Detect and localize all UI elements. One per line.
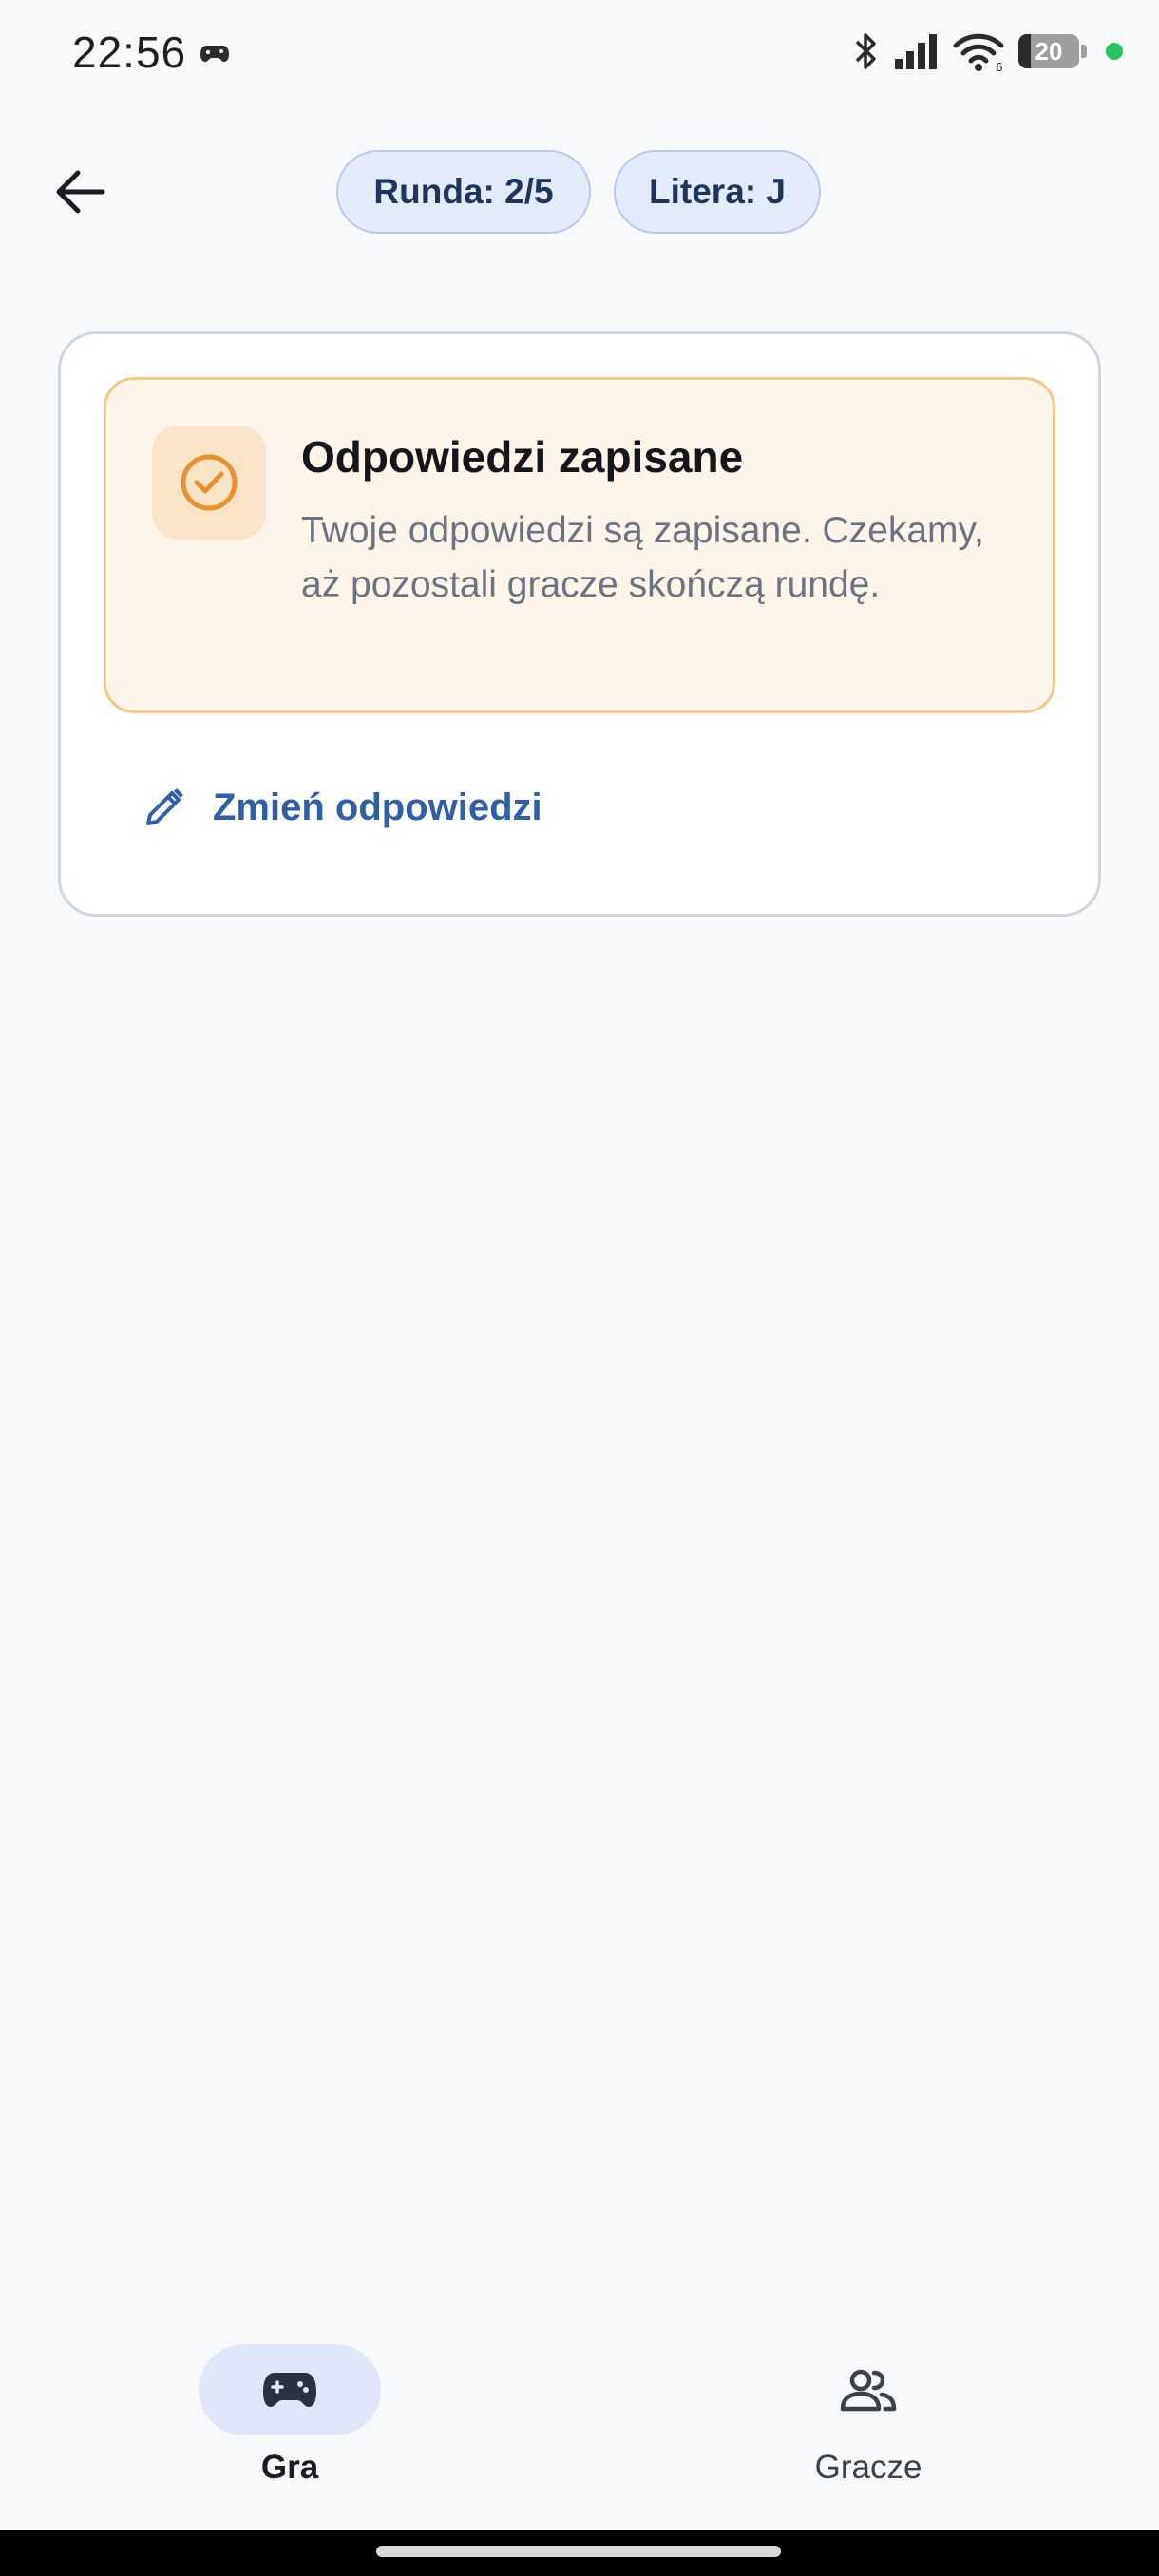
back-button[interactable] [46,158,114,226]
battery-tip [1081,45,1087,58]
status-icons: 6 20 [851,30,1123,72]
battery-icon: 20 [1018,34,1079,68]
nav-players-pill [777,2344,960,2435]
round-chip: Runda: 2/5 [336,150,591,234]
edit-answers-label: Zmień odpowiedzi [213,786,542,828]
check-circle-icon [180,454,238,511]
signal-icon [895,34,937,69]
notice-icon-box [152,426,266,540]
svg-text:6: 6 [996,61,1003,72]
notice-text: Twoje odpowiedzi są zapisane. Czekamy, a… [301,510,984,605]
arrow-left-icon [56,170,105,214]
active-dot-icon [1106,43,1123,60]
letter-chip: Litera: J [614,150,821,234]
nav-item-game[interactable]: Gra [147,2344,432,2487]
pencil-icon [146,788,183,825]
nav-game-label: Gra [260,2449,319,2486]
nav-game-pill [199,2344,381,2435]
nav-players-label: Gracze [814,2449,922,2486]
battery-level: 20 [1035,36,1063,66]
bluetooth-icon [855,33,876,69]
wifi-icon: 6 [953,33,1004,72]
status-time: 22:56 [72,28,187,77]
edit-answers-button[interactable]: Zmień odpowiedzi [142,760,542,855]
gamepad-status-icon [200,42,230,69]
answers-saved-notice: Odpowiedzi zapisane Twoje odpowiedzi są … [104,377,1055,713]
people-icon [840,2369,897,2412]
home-handle[interactable] [376,2546,781,2557]
answers-card: Odpowiedzi zapisane Twoje odpowiedzi są … [58,331,1101,917]
gamepad-icon [263,2373,316,2407]
notice-title: Odpowiedzi zapisane [301,432,744,482]
nav-item-players[interactable]: Gracze [726,2344,1011,2487]
